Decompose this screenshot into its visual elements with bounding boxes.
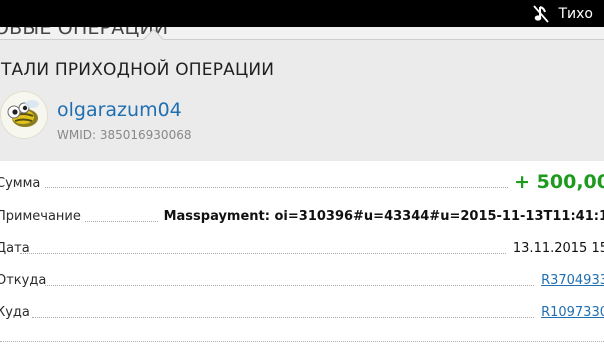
row-label: Сумма [0, 176, 41, 191]
detail-row-to: Куда R1097330 [0, 299, 604, 329]
amount-value: + 500,00 [508, 171, 604, 193]
detail-row-from: Откуда R3704933 [0, 267, 604, 297]
row-label: Куда [0, 305, 30, 320]
bottom-divider [0, 341, 604, 342]
card-title: ЕТАЛИ ПРИХОДНОЙ ОПЕРАЦИИ [0, 60, 275, 80]
row-label: Откуда [0, 273, 47, 288]
from-purse-link[interactable]: R3704933 [535, 273, 604, 288]
note-value: Masspayment: oi=310396#u=43344#u=2015-11… [157, 209, 604, 224]
status-right: Тихо [533, 4, 593, 24]
row-label: Примечание [0, 209, 81, 224]
status-bar: Тихо [0, 0, 604, 27]
muted-note-icon [533, 4, 550, 24]
row-dots [32, 317, 604, 318]
to-purse-link[interactable]: R1097330 [535, 305, 604, 320]
silent-mode-label: Тихо [558, 6, 593, 22]
row-dots [45, 285, 604, 286]
date-value: 13.11.2015 15 [506, 241, 604, 256]
detail-row-date: Дата 13.11.2015 15 [0, 235, 604, 265]
operations-title: ОВЫЕ ОПЕРАЦИИ [0, 27, 169, 39]
username[interactable]: olgarazum04 [57, 99, 182, 121]
avatar[interactable] [0, 91, 48, 139]
wmid: WMID: 385016930068 [57, 128, 192, 142]
detail-row-note: Примечание Masspayment: oi=310396#u=4334… [0, 203, 604, 233]
row-label: Дата [0, 241, 30, 256]
detail-row-amount: Сумма + 500,00 [0, 170, 604, 200]
